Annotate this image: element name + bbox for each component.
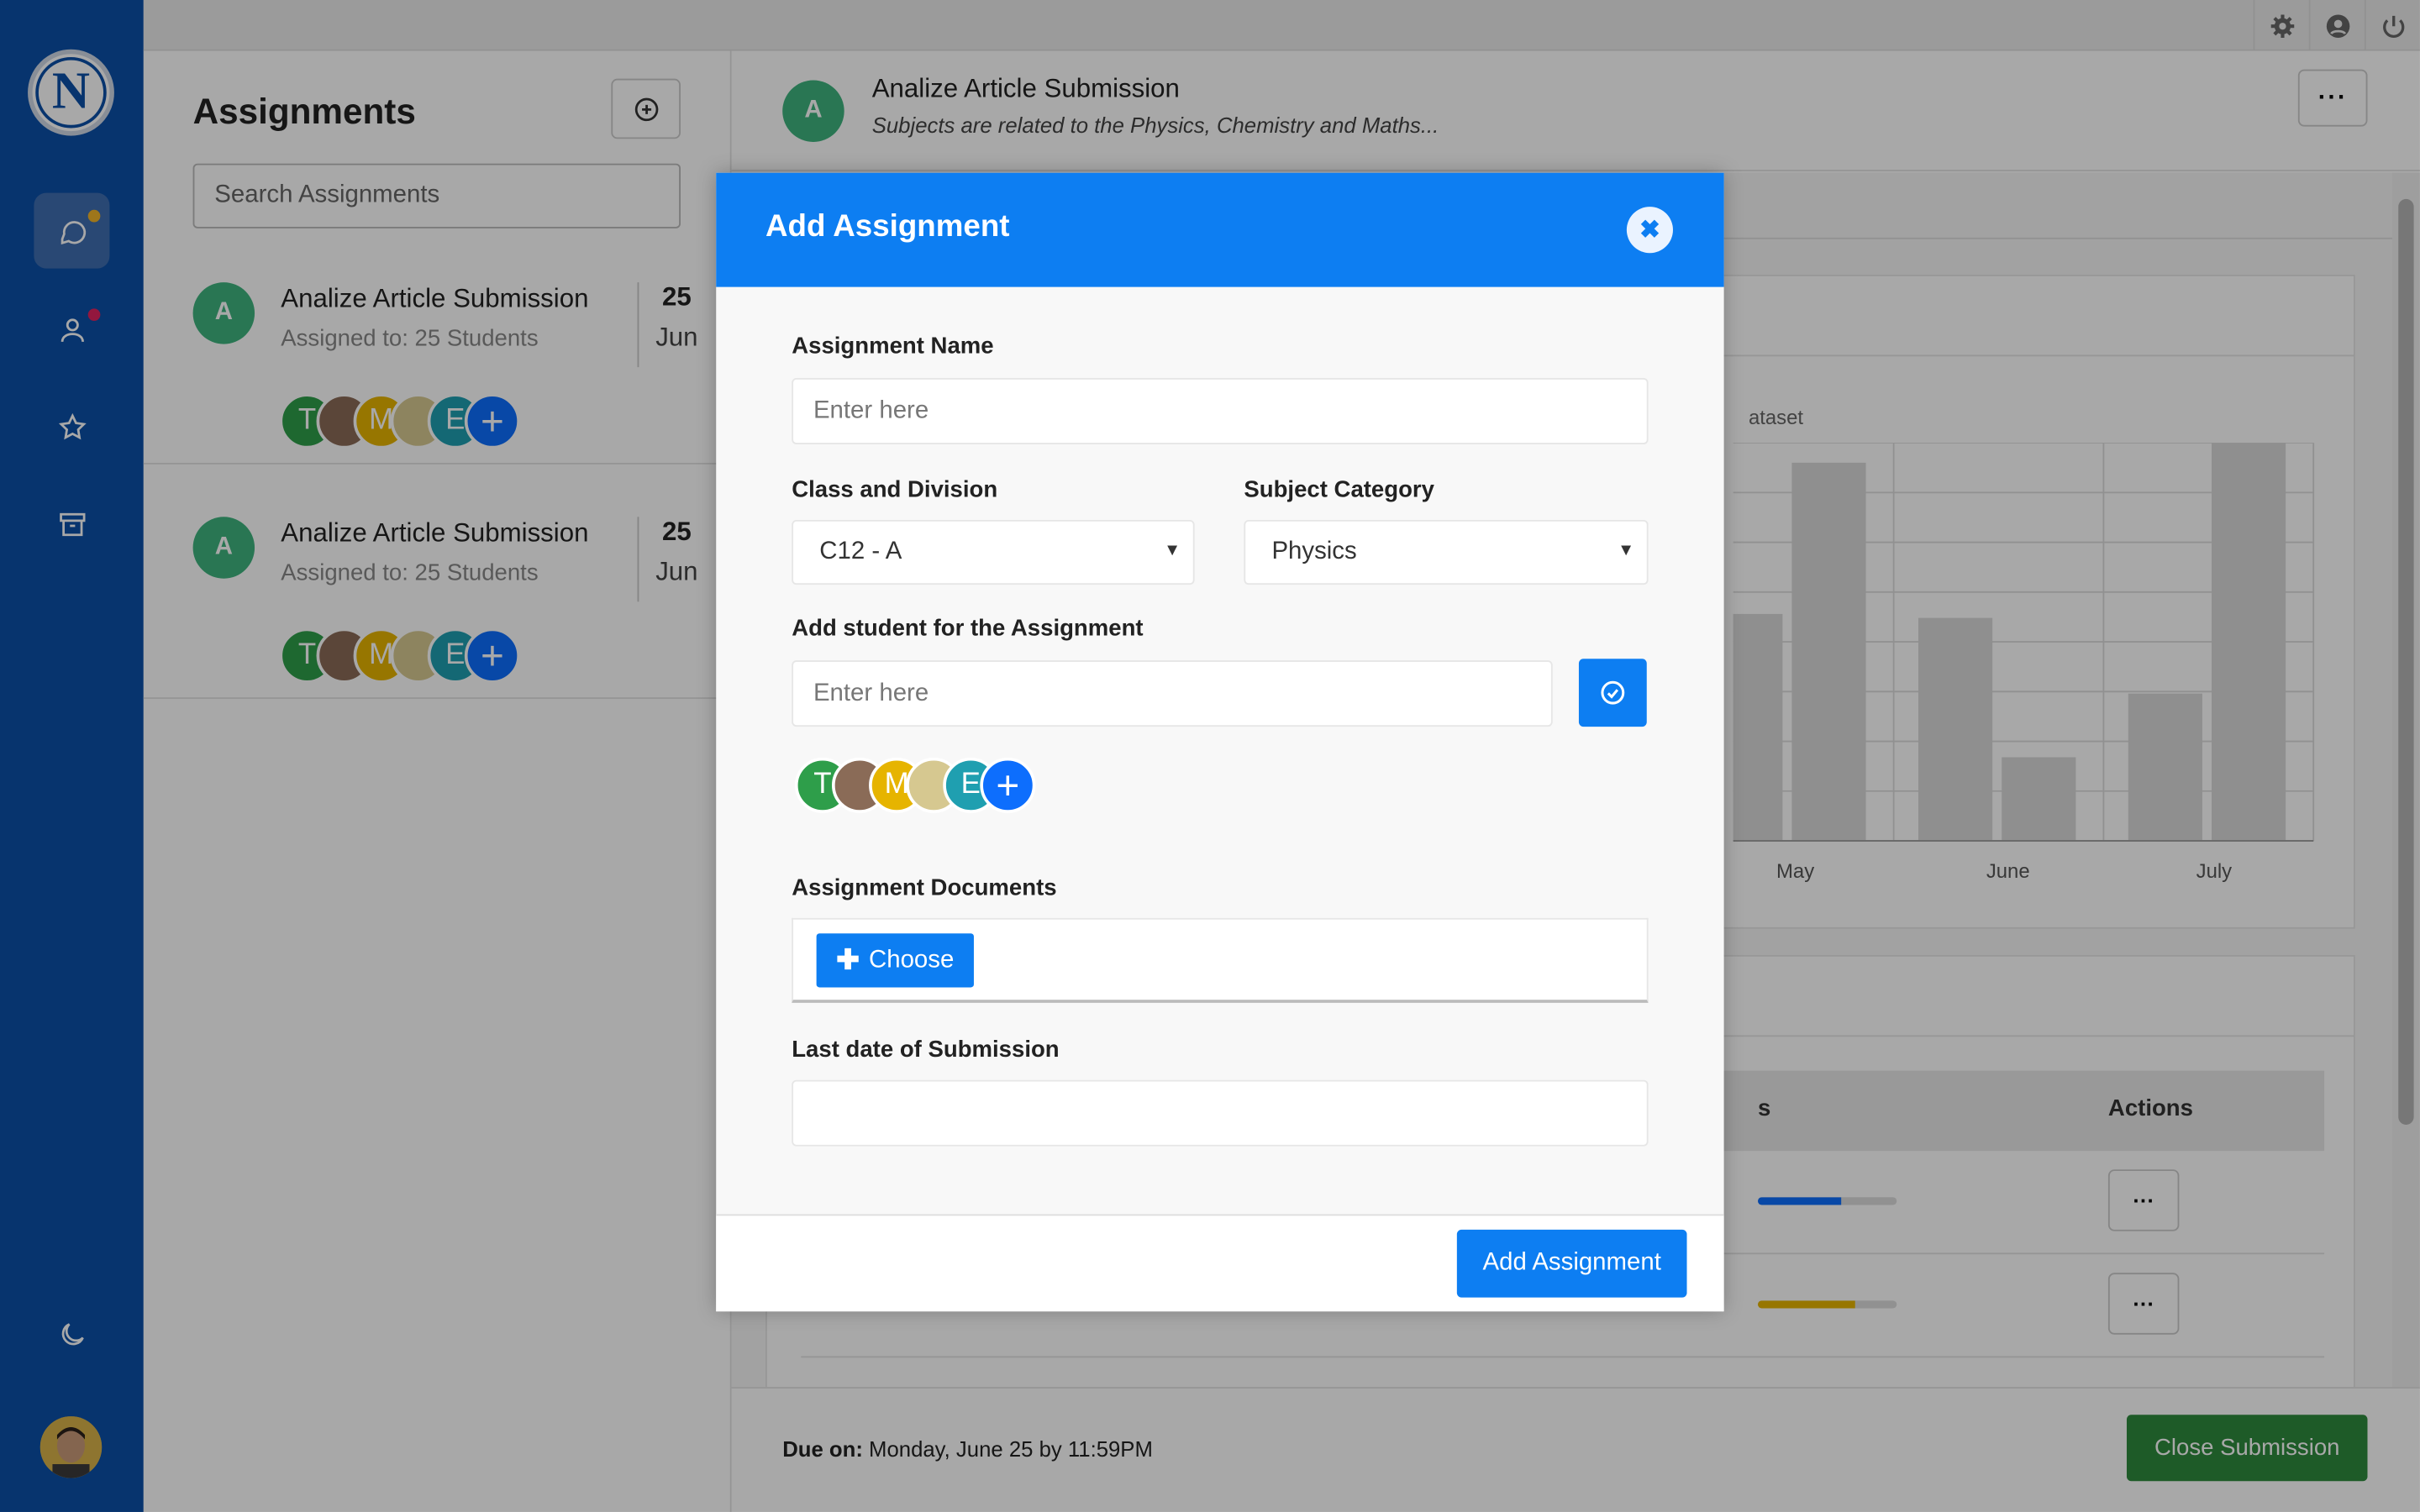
assignment-name-label: Assignment Name: [792, 333, 994, 360]
class-division-select[interactable]: C12 - A ▼: [792, 519, 1195, 585]
choose-label: Choose: [869, 946, 955, 974]
choose-file-button[interactable]: ✚ Choose: [816, 933, 974, 988]
class-division-label: Class and Division: [792, 476, 998, 503]
student-avatars: T M E +: [794, 757, 1036, 813]
close-icon: ✖: [1639, 217, 1660, 244]
subject-category-select[interactable]: Physics ▼: [1244, 519, 1649, 585]
check-circle-icon: [1601, 680, 1625, 705]
student-input[interactable]: Enter here: [792, 660, 1553, 727]
assignment-name-input[interactable]: Enter here: [792, 377, 1649, 444]
app-root: N Assignments Search Assignments A Anali…: [0, 0, 2420, 1512]
modal-header: Add Assignment ✖: [716, 172, 1724, 287]
close-modal-button[interactable]: ✖: [1626, 207, 1673, 254]
last-date-input[interactable]: [792, 1079, 1649, 1147]
add-student-label: Add student for the Assignment: [792, 615, 1144, 643]
plus-icon: ✚: [836, 944, 860, 975]
subject-category-label: Subject Category: [1244, 476, 1434, 503]
modal-footer: Add Assignment: [716, 1214, 1724, 1312]
add-student-avatar-button[interactable]: +: [980, 757, 1036, 813]
add-student-button[interactable]: [1578, 659, 1647, 727]
submit-add-assignment-button[interactable]: Add Assignment: [1456, 1229, 1687, 1298]
modal-title: Add Assignment: [765, 209, 1010, 244]
chevron-down-icon: ▼: [1164, 541, 1181, 560]
last-date-label: Last date of Submission: [792, 1037, 1060, 1063]
subject-category-value: Physics: [1271, 538, 1357, 565]
add-assignment-modal: Add Assignment ✖ Assignment Name Enter h…: [716, 172, 1724, 1312]
class-division-value: C12 - A: [819, 538, 902, 565]
assignment-documents-label: Assignment Documents: [792, 874, 1057, 901]
chevron-down-icon: ▼: [1618, 541, 1635, 560]
documents-upload: ✚ Choose: [792, 917, 1649, 1003]
